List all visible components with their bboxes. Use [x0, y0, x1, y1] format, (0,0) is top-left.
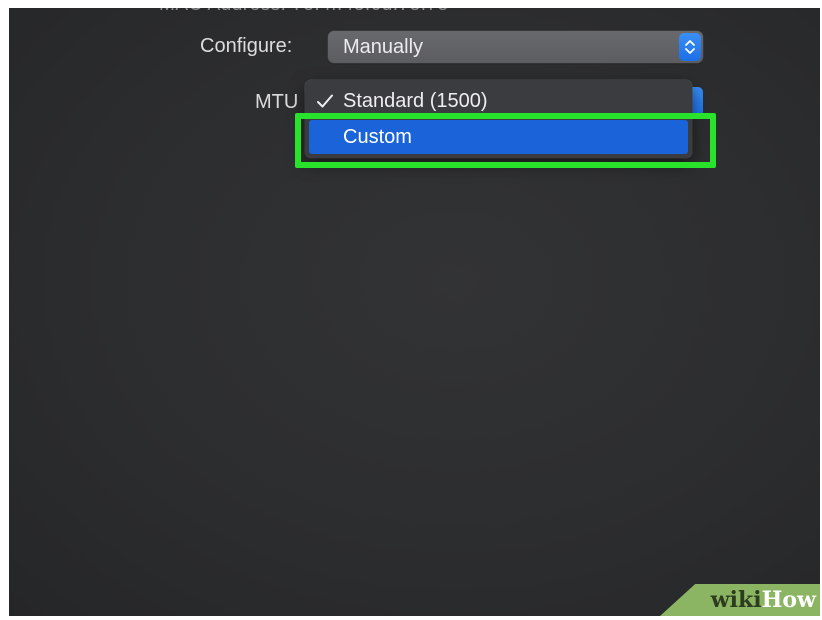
network-settings-panel: MAC Address: 78:4f:43:6d:78:78 Configure… — [9, 8, 820, 616]
mac-address-row: MAC Address: 78:4f:43:6d:78:78 — [159, 8, 449, 16]
configure-label: Configure: — [200, 35, 293, 57]
configure-popup-button[interactable]: Manually — [328, 31, 703, 63]
configure-value: Manually — [343, 36, 424, 58]
watermark-part-2: How — [761, 587, 816, 613]
popup-stepper-icon[interactable] — [679, 33, 701, 61]
watermark-part-1: wiki — [710, 587, 762, 613]
watermark-logo: wikiHow — [660, 584, 820, 616]
checkmark-icon — [316, 92, 334, 115]
highlight-annotation-box — [295, 113, 716, 168]
mtu-label: MTU — [255, 91, 299, 113]
menu-item-label: Standard (1500) — [343, 90, 488, 112]
